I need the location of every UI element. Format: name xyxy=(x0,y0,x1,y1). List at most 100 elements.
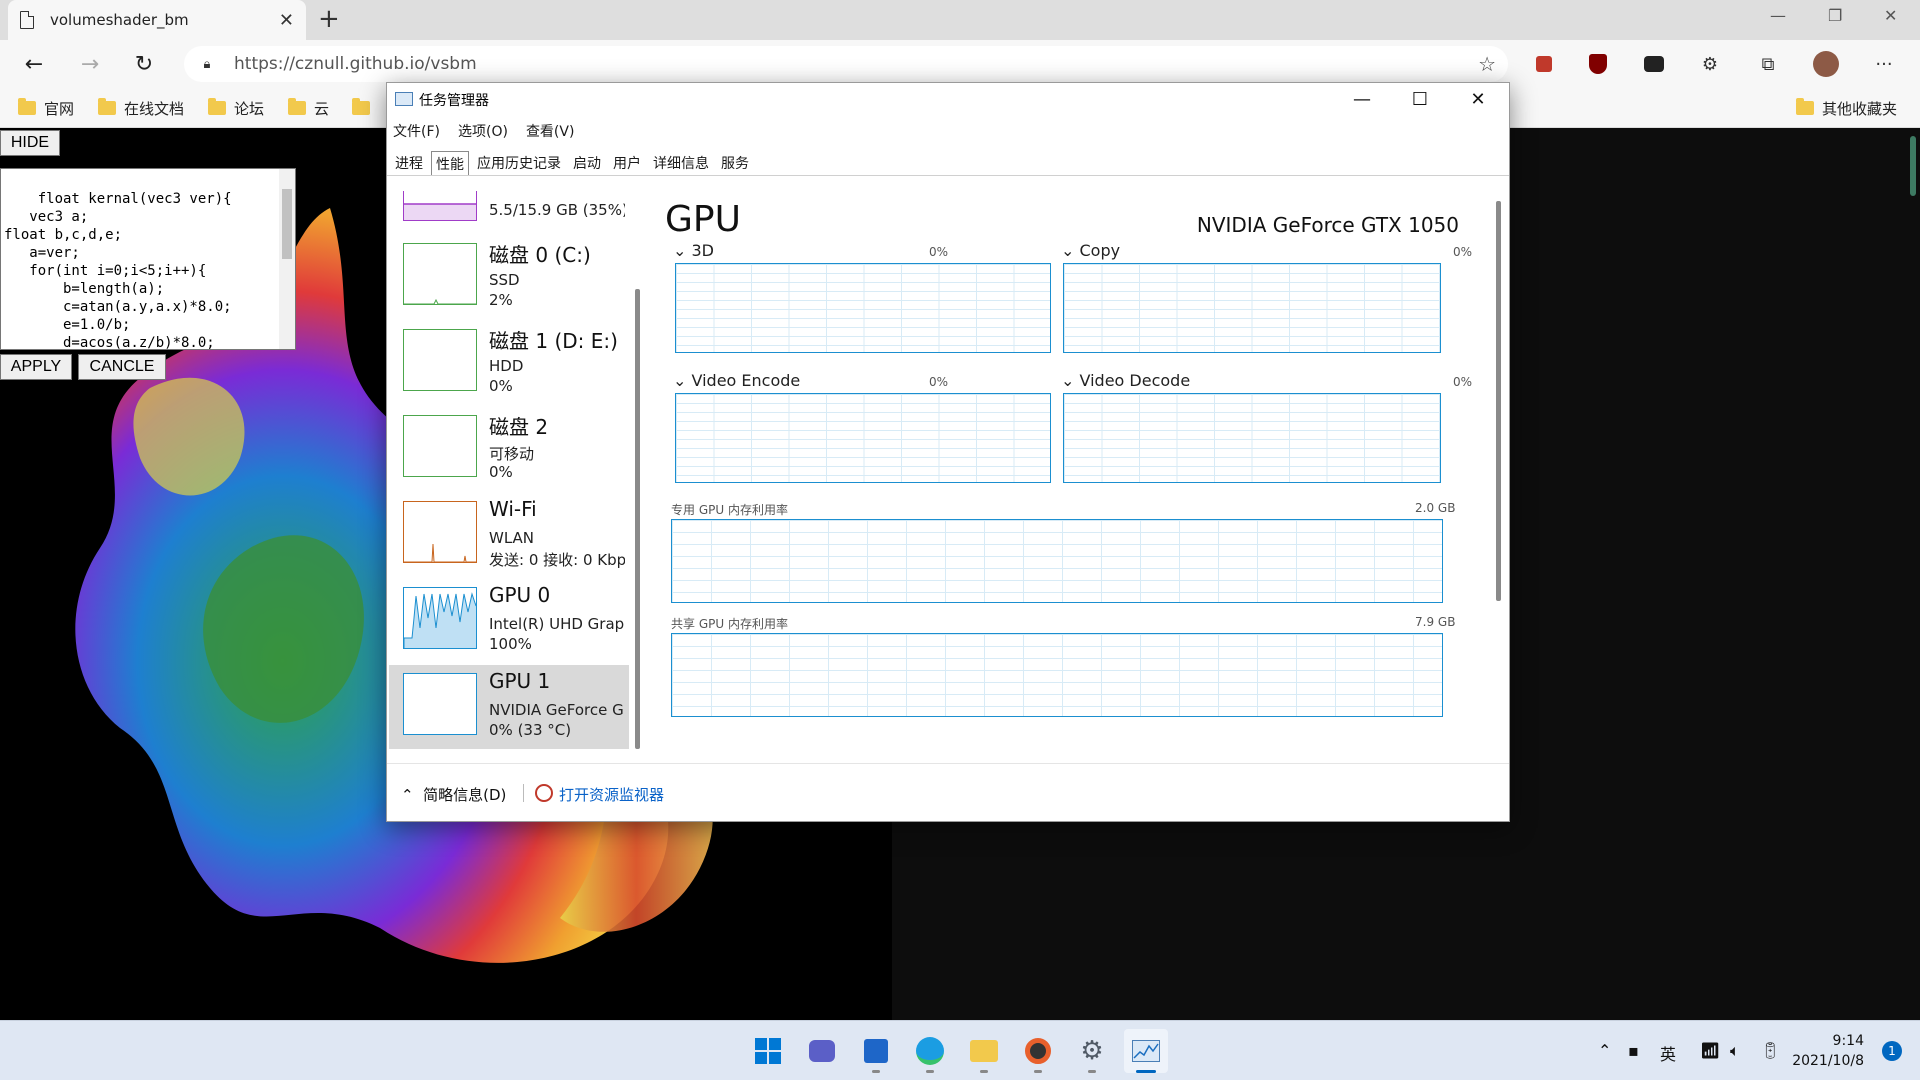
refresh-button[interactable]: ↻ xyxy=(128,48,160,80)
engine-copy-percent: 0% xyxy=(1453,245,1473,259)
url-text[interactable]: https://cznull.github.io/vsbm xyxy=(234,54,477,74)
resource-disk-0[interactable]: 磁盘 0 (C:) SSD 2% xyxy=(389,235,629,319)
folder-icon xyxy=(352,98,370,115)
extensions-puzzle-icon[interactable]: ⚙ xyxy=(1696,50,1724,78)
engine-video-encode-percent: 0% xyxy=(929,375,949,389)
new-tab-button[interactable]: + xyxy=(318,4,340,34)
more-menu-icon[interactable]: ··· xyxy=(1870,50,1898,78)
forward-button[interactable]: → xyxy=(74,48,106,80)
tab-performance[interactable]: 性能 xyxy=(431,151,469,176)
folder-icon xyxy=(18,98,36,115)
resource-gpu-0[interactable]: GPU 0 Intel(R) UHD Grap... 100% xyxy=(389,579,629,663)
browser-tab[interactable]: volumeshader_bm ✕ xyxy=(8,0,306,40)
tab-services[interactable]: 服务 xyxy=(717,151,753,176)
resource-name: GPU 1 xyxy=(489,669,551,693)
menu-view[interactable]: 查看(V) xyxy=(526,121,575,141)
resource-disk-2[interactable]: 磁盘 2 可移动 0% xyxy=(389,407,629,491)
restore-icon[interactable]: ❐ xyxy=(1828,6,1842,25)
gpu0-thumbnail xyxy=(403,587,477,649)
shared-memory-graph xyxy=(671,633,1443,717)
add-favorite-icon[interactable]: ☆ xyxy=(1478,52,1496,76)
resource-list-scrollbar[interactable] xyxy=(635,289,640,749)
extension-red-icon[interactable] xyxy=(1530,50,1558,78)
microsoft-store-icon[interactable] xyxy=(854,1029,898,1073)
resource-detail: WLAN xyxy=(489,529,535,547)
tab-details[interactable]: 详细信息 xyxy=(649,151,713,176)
resource-disk-1[interactable]: 磁盘 1 (D: E:) HDD 0% xyxy=(389,321,629,405)
close-tab-icon[interactable]: ✕ xyxy=(279,10,294,31)
bookmark-folder[interactable]: 官网 xyxy=(18,95,74,121)
shader-code-editor[interactable]: float kernal(vec3 ver){ vec3 a; float b,… xyxy=(0,168,296,350)
extension-icon-dark[interactable] xyxy=(1640,50,1668,78)
close-window-icon[interactable]: ✕ xyxy=(1884,6,1897,25)
bookmark-folder[interactable]: 论坛 xyxy=(208,95,264,121)
tab-startup[interactable]: 启动 xyxy=(569,151,605,176)
tab-processes[interactable]: 进程 xyxy=(391,151,427,176)
resource-gpu-1-selected[interactable]: GPU 1 NVIDIA GeForce G... 0% (33 °C) xyxy=(389,665,629,749)
address-bar[interactable]: 🔒︎ https://cznull.github.io/vsbm ☆ xyxy=(184,46,1508,82)
show-hidden-icons-chevron[interactable]: ⌃ xyxy=(1598,1041,1611,1060)
tab-title: volumeshader_bm xyxy=(50,11,189,29)
page-icon xyxy=(20,11,34,29)
resource-name: 磁盘 0 (C:) xyxy=(489,243,591,267)
tray-app-icon[interactable]: ▪ xyxy=(1628,1041,1639,1060)
system-clock[interactable]: 9:14 2021/10/8 xyxy=(1792,1031,1864,1071)
bookmark-folder[interactable]: 云 xyxy=(288,95,329,121)
open-resource-monitor-link[interactable]: 打开资源监视器 xyxy=(559,784,664,805)
resource-name: Wi-Fi xyxy=(489,497,537,521)
wifi-icon[interactable]: 📶︎ xyxy=(1700,1041,1720,1060)
engine-copy-label[interactable]: ⌄ Copy xyxy=(1061,241,1120,260)
bookmark-folder[interactable] xyxy=(352,95,378,121)
collections-icon[interactable]: ⧉ xyxy=(1754,50,1782,78)
notification-badge[interactable]: 1 xyxy=(1882,1041,1902,1061)
tm-maximize-icon[interactable]: ☐ xyxy=(1397,85,1443,113)
browser-titlebar: volumeshader_bm ✕ + — ❐ ✕ xyxy=(0,0,1920,40)
volume-icon[interactable]: 🔈︎ xyxy=(1730,1041,1740,1061)
resource-name: 磁盘 2 xyxy=(489,415,549,439)
resource-memory[interactable]: 内存 5.5/15.9 GB (35%) xyxy=(389,191,629,235)
resource-wifi[interactable]: Wi-Fi WLAN 发送: 0 接收: 0 Kbps xyxy=(389,493,629,577)
bookmark-folder[interactable]: 在线文档 xyxy=(98,95,184,121)
engine-video-decode-percent: 0% xyxy=(1453,375,1473,389)
resource-usage: 0% (33 °C) xyxy=(489,721,572,739)
media-player-icon[interactable] xyxy=(1016,1029,1060,1073)
battery-icon[interactable]: 🔋︎ xyxy=(1760,1041,1780,1060)
tab-users[interactable]: 用户 xyxy=(609,151,645,176)
teams-chat-icon[interactable] xyxy=(800,1029,844,1073)
tm-titlebar[interactable]: 任务管理器 — ☐ ✕ xyxy=(387,83,1509,115)
clock-date: 2021/10/8 xyxy=(1792,1053,1864,1069)
task-manager-taskbar-icon[interactable] xyxy=(1124,1029,1168,1073)
engine-3d-label[interactable]: ⌄ 3D xyxy=(673,241,714,260)
memory-thumbnail xyxy=(403,191,477,221)
ublock-icon[interactable] xyxy=(1584,50,1612,78)
engine-video-encode-label[interactable]: ⌄ Video Encode xyxy=(673,371,800,390)
hide-button[interactable]: HIDE xyxy=(0,130,60,156)
minimize-icon[interactable]: — xyxy=(1770,6,1786,25)
start-button[interactable] xyxy=(746,1029,790,1073)
back-button[interactable]: ← xyxy=(18,48,50,80)
gpu-detail-pane: GPU NVIDIA GeForce GTX 1050 ⌄ 3D 0% ⌄ Co… xyxy=(649,191,1493,761)
lock-icon[interactable]: 🔒︎ xyxy=(198,57,216,72)
resource-monitor-icon[interactable] xyxy=(535,784,553,802)
profile-avatar[interactable] xyxy=(1812,50,1840,78)
engine-video-decode-label[interactable]: ⌄ Video Decode xyxy=(1061,371,1190,390)
file-explorer-icon[interactable] xyxy=(962,1029,1006,1073)
fewer-details-button[interactable]: ⌃ 简略信息(D) xyxy=(401,784,506,805)
settings-icon[interactable]: ⚙ xyxy=(1070,1029,1114,1073)
tm-minimize-icon[interactable]: — xyxy=(1339,85,1385,113)
detail-scrollbar[interactable] xyxy=(1496,201,1501,601)
other-favorites-folder[interactable]: 其他收藏夹 xyxy=(1796,95,1897,121)
edge-browser-icon[interactable] xyxy=(908,1029,952,1073)
cancel-button[interactable]: CANCLE xyxy=(78,354,166,380)
tab-app-history[interactable]: 应用历史记录 xyxy=(473,151,565,176)
menu-options[interactable]: 选项(O) xyxy=(458,121,508,141)
ime-indicator[interactable]: 英 xyxy=(1660,1041,1676,1065)
page-scrollbar[interactable] xyxy=(1910,136,1916,196)
shader-code-text[interactable]: float kernal(vec3 ver){ vec3 a; float b,… xyxy=(4,191,232,349)
dedicated-memory-graph xyxy=(671,519,1443,603)
folder-icon xyxy=(208,98,226,115)
apply-button[interactable]: APPLY xyxy=(0,354,72,380)
menu-file[interactable]: 文件(F) xyxy=(393,121,440,141)
code-scrollbar[interactable] xyxy=(279,169,295,349)
tm-close-icon[interactable]: ✕ xyxy=(1455,85,1501,113)
